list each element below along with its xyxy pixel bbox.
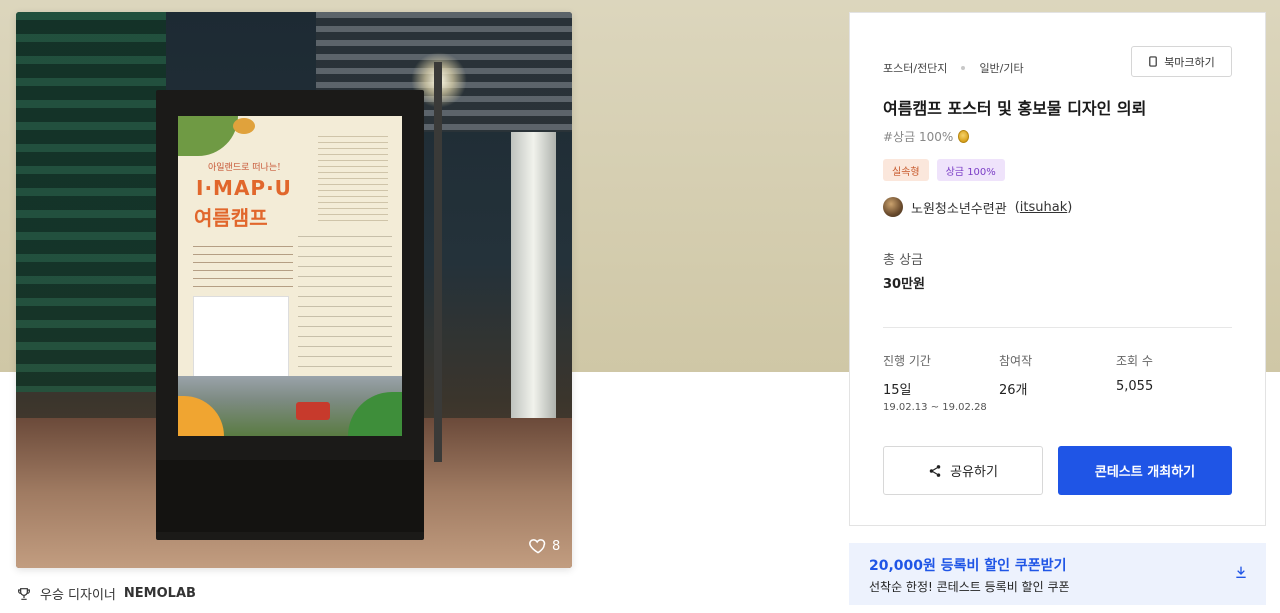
poster-body-text: [193, 246, 293, 288]
poster-headline: 여름캠프: [194, 206, 268, 230]
separator-dot: [961, 66, 966, 70]
stat-views: 조회 수 5,055: [1116, 352, 1153, 394]
coupon-banner[interactable]: 20,000원 등록비 할인 쿠폰받기 선착순 한정! 콘테스트 등록비 할인 …: [849, 543, 1266, 605]
coupon-title: 20,000원 등록비 할인 쿠폰받기: [869, 558, 1067, 574]
host-contest-button[interactable]: 콘테스트 개최하기: [1058, 446, 1232, 495]
poster-kicker-text: 아일랜드로 떠나는!: [208, 163, 281, 173]
coupon-subtitle: 선착순 한정! 콘테스트 등록비 할인 쿠폰: [869, 580, 1070, 594]
share-button[interactable]: 공유하기: [883, 446, 1043, 495]
poster-artwork: 아일랜드로 떠나는! I·MAP·U 여름캠프: [178, 116, 402, 436]
breadcrumb: 포스터/전단지 일반/기타: [883, 60, 1024, 76]
category-link[interactable]: 포스터/전단지: [883, 60, 947, 76]
stat-date-range: 19.02.13 ~ 19.02.28: [883, 402, 987, 413]
prize-tag-text: #상금 100%: [883, 130, 954, 144]
winner-designer: 우승 디자이너 NEMOLAB: [16, 584, 196, 603]
share-icon: [929, 464, 941, 477]
contest-hero-image[interactable]: 아일랜드로 떠나는! I·MAP·U 여름캠프: [16, 12, 572, 568]
street-lamp: [434, 62, 442, 462]
divider: [883, 327, 1232, 328]
subcategory-link[interactable]: 일반/기타: [979, 60, 1023, 76]
like-button[interactable]: 8: [528, 536, 560, 556]
stat-value: 26개: [999, 383, 1028, 398]
host-avatar: [883, 197, 903, 217]
total-prize-value: 30만원: [883, 277, 926, 292]
poster-leaf-decoration: [233, 118, 255, 134]
bookmark-button[interactable]: 북마크하기: [1131, 46, 1232, 77]
poster-small-text: [318, 136, 388, 221]
poster-form-box: [193, 296, 289, 378]
badge-value-type: 실속형: [883, 159, 929, 181]
poster-kiosk-base: [156, 460, 424, 532]
share-label: 공유하기: [950, 465, 998, 480]
stat-duration: 진행 기간 15일 19.02.13 ~ 19.02.28: [883, 352, 987, 413]
badge-list: 실속형 상금 100%: [883, 159, 1005, 181]
host-info: 노원청소년수련관 (itsuhak): [883, 197, 1072, 217]
contest-title: 여름캠프 포스터 및 홍보물 디자인 의뢰: [883, 99, 1147, 118]
background-building: [16, 12, 166, 392]
host-name: 노원청소년수련관: [911, 201, 1007, 217]
poster-headline: I·MAP·U: [196, 176, 292, 200]
download-icon[interactable]: [1233, 564, 1249, 580]
prize-tag: #상금 100%: [883, 128, 970, 145]
trophy-icon: [18, 587, 30, 600]
host-id-link[interactable]: itsuhak: [1020, 200, 1067, 215]
badge-prize: 상금 100%: [936, 159, 1005, 181]
stat-label: 조회 수: [1116, 354, 1153, 368]
stat-value: 5,055: [1116, 379, 1154, 394]
winner-prefix: 우승 디자이너: [40, 588, 116, 603]
contest-info-card: 북마크하기 포스터/전단지 일반/기타 여름캠프 포스터 및 홍보물 디자인 의…: [849, 12, 1266, 526]
stat-label: 진행 기간: [883, 354, 931, 368]
background-pillar: [511, 132, 556, 452]
poster-form-rows: [298, 236, 392, 376]
poster-leaf-decoration: [178, 116, 238, 156]
total-prize-label: 총 상금: [883, 253, 924, 268]
poster-bus-illustration: [296, 402, 330, 420]
bookmark-label: 북마크하기: [1164, 55, 1215, 69]
medal-icon: [958, 130, 970, 143]
winner-name[interactable]: NEMOLAB: [124, 586, 196, 601]
stat-entries: 참여작 26개: [999, 352, 1032, 398]
host-id-wrapper: (itsuhak): [1014, 199, 1073, 215]
heart-icon: [529, 539, 546, 554]
stat-label: 참여작: [999, 354, 1033, 368]
stat-value: 15일: [883, 383, 912, 398]
like-count: 8: [552, 538, 561, 554]
bookmark-icon: [1149, 56, 1157, 67]
